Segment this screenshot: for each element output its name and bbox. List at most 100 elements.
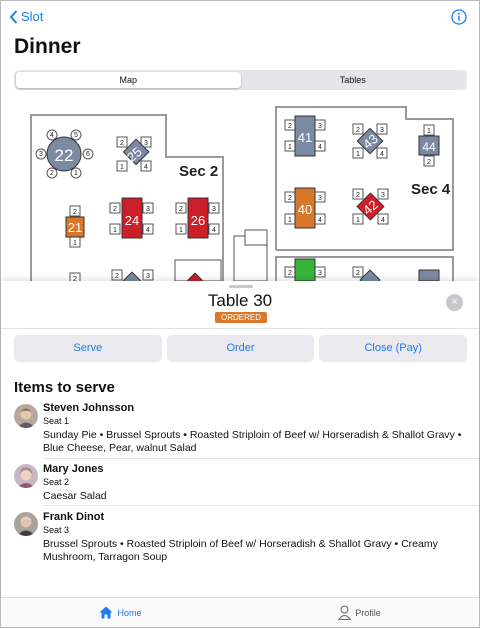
view-segmented-control: Map Tables — [14, 70, 467, 90]
tab-profile-label: Profile — [355, 607, 381, 618]
bar-counter-top — [244, 229, 268, 246]
order-button[interactable]: Order — [166, 335, 315, 362]
svg-text:3: 3 — [144, 140, 148, 147]
back-button[interactable]: Slot — [9, 9, 43, 24]
segment-tables[interactable]: Tables — [241, 72, 466, 88]
svg-text:3: 3 — [146, 273, 150, 280]
table-24-label: 24 — [125, 213, 139, 228]
item-divider — [43, 458, 479, 459]
floor-map[interactable]: Sec 2 Sec 4 4 5 3 6 2 1 22 2 3 1 4 25 2 … — [1, 97, 479, 281]
items-to-serve-heading: Items to serve — [14, 379, 115, 396]
guest-name: Mary Jones — [43, 463, 104, 475]
guest-dishes: Caesar Salad — [43, 490, 107, 502]
section-label-2: Sec 2 — [179, 163, 218, 180]
table-40[interactable]: 2 3 1 4 40 — [284, 187, 326, 229]
navigation-bar: Slot — [1, 1, 479, 35]
close-icon[interactable]: × — [446, 294, 463, 311]
back-label: Slot — [21, 9, 44, 24]
section-label-4: Sec 4 — [411, 181, 451, 198]
guest-name: Frank Dinot — [43, 511, 105, 523]
table-21-label: 21 — [68, 220, 82, 235]
svg-text:3: 3 — [381, 192, 385, 199]
svg-text:3: 3 — [212, 206, 216, 213]
avatar — [14, 404, 38, 428]
svg-text:1: 1 — [113, 227, 117, 234]
guest-seat: Seat 1 — [43, 416, 70, 426]
guest-name: Steven Johnsson — [43, 402, 135, 414]
table-detail-sheet: Table 30 ORDERED × Serve Order Close (Pa… — [1, 281, 479, 597]
table-24[interactable]: 2 3 1 4 24 — [109, 197, 154, 239]
table-41-label: 41 — [298, 130, 312, 145]
svg-text:2: 2 — [356, 127, 360, 134]
table-25[interactable]: 2 3 1 4 25 — [116, 136, 152, 172]
tab-bar: Home Profile — [1, 597, 479, 627]
tab-home[interactable]: Home — [1, 598, 240, 627]
svg-text:4: 4 — [380, 151, 384, 158]
svg-text:3: 3 — [380, 127, 384, 134]
avatar — [14, 512, 38, 536]
guest-dishes: Sunday Pie • Brussel Sprouts • Roasted S… — [43, 429, 462, 454]
serve-button[interactable]: Serve — [14, 335, 162, 362]
svg-text:3: 3 — [318, 123, 322, 130]
chevron-left-icon — [9, 9, 18, 24]
svg-text:2: 2 — [120, 140, 124, 147]
table-44[interactable]: 1 2 44 — [418, 124, 440, 167]
svg-text:1: 1 — [120, 164, 124, 171]
table-44-label: 44 — [422, 140, 436, 154]
table-title: Table 30 — [207, 291, 273, 310]
table-22[interactable]: 4 5 3 6 2 1 22 — [35, 129, 94, 179]
svg-text:2: 2 — [179, 206, 183, 213]
divider — [1, 328, 479, 329]
status-badge: ORDERED — [215, 312, 267, 323]
svg-text:4: 4 — [318, 144, 322, 151]
person-icon — [338, 605, 352, 620]
svg-text:1: 1 — [288, 217, 292, 224]
svg-text:2: 2 — [356, 270, 360, 277]
svg-text:4: 4 — [212, 227, 216, 234]
svg-text:3: 3 — [39, 151, 43, 158]
table-21[interactable]: 2 1 21 — [65, 205, 85, 248]
sheet-grabber[interactable] — [229, 285, 253, 288]
close-pay-button[interactable]: Close (Pay) — [319, 335, 468, 362]
svg-text:2: 2 — [356, 192, 360, 199]
guest-dishes: Brussel Sprouts • Roasted Striploin of B… — [43, 538, 438, 563]
svg-text:2: 2 — [50, 170, 54, 177]
svg-text:5: 5 — [74, 132, 78, 139]
svg-text:1: 1 — [74, 170, 78, 177]
svg-text:1: 1 — [73, 240, 77, 247]
svg-text:3: 3 — [146, 206, 150, 213]
svg-text:1: 1 — [356, 217, 360, 224]
tab-profile[interactable]: Profile — [240, 598, 479, 627]
info-icon[interactable] — [451, 9, 467, 25]
table-22-label: 22 — [55, 146, 74, 165]
home-icon — [99, 606, 113, 619]
svg-text:4: 4 — [144, 164, 148, 171]
svg-text:4: 4 — [50, 132, 54, 139]
page-title: Dinner — [14, 35, 81, 58]
svg-text:3: 3 — [318, 270, 322, 277]
svg-text:1: 1 — [288, 144, 292, 151]
svg-text:2: 2 — [113, 206, 117, 213]
svg-text:2: 2 — [288, 195, 292, 202]
segment-map[interactable]: Map — [16, 72, 241, 88]
guest-seat: Seat 3 — [43, 525, 70, 535]
svg-text:1: 1 — [427, 128, 431, 135]
svg-text:2: 2 — [288, 123, 292, 130]
svg-text:2: 2 — [115, 273, 119, 280]
guest-seat: Seat 2 — [43, 477, 70, 487]
action-buttons: Serve Order Close (Pay) — [14, 335, 468, 362]
table-26-label: 26 — [191, 213, 205, 228]
svg-text:4: 4 — [381, 217, 385, 224]
avatar — [14, 464, 38, 488]
svg-text:2: 2 — [288, 270, 292, 277]
table-42[interactable]: 2 3 1 4 42 — [352, 188, 389, 225]
svg-text:4: 4 — [318, 217, 322, 224]
item-divider — [43, 505, 479, 506]
svg-text:1: 1 — [356, 151, 360, 158]
svg-text:2: 2 — [73, 209, 77, 216]
svg-text:2: 2 — [427, 159, 431, 166]
table-41[interactable]: 2 3 1 4 41 — [284, 115, 326, 157]
table-26[interactable]: 2 3 1 4 26 — [175, 197, 220, 239]
tab-home-label: Home — [117, 607, 142, 618]
table-43[interactable]: 2 3 1 4 43 — [352, 123, 388, 159]
